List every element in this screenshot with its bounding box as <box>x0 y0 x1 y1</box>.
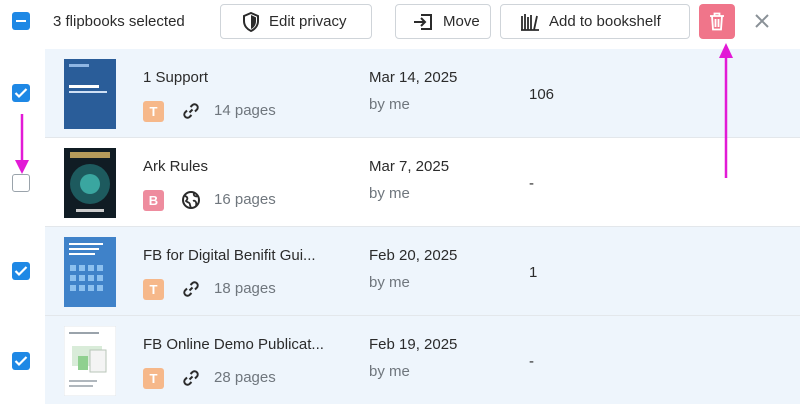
date-modified: Mar 14, 2025 <box>369 69 458 86</box>
add-to-bookshelf-label: Add to bookshelf <box>549 13 661 30</box>
flipbook-row[interactable]: FB for Digital Benifit Gui... T 18 pages… <box>45 227 800 316</box>
owner: by me <box>369 274 410 291</box>
owner: by me <box>369 363 410 380</box>
bookshelf-icon <box>521 13 539 31</box>
move-button[interactable]: Move <box>395 4 491 39</box>
row-checkbox[interactable] <box>12 352 30 370</box>
shield-icon <box>243 11 259 32</box>
flipbook-thumbnail[interactable] <box>64 237 116 307</box>
page-count: 28 pages <box>214 369 276 386</box>
row-checkbox[interactable] <box>12 174 30 192</box>
date-modified: Feb 20, 2025 <box>369 247 458 264</box>
theme-badge: T <box>143 279 164 300</box>
selection-count: 3 flipbooks selected <box>53 13 185 30</box>
flipbook-title[interactable]: 1 Support <box>143 69 343 86</box>
page-count: 18 pages <box>214 280 276 297</box>
selection-toolbar: 3 flipbooks selected Edit privacy Move A… <box>0 0 800 44</box>
annotation-arrow-down-icon <box>15 114 29 174</box>
theme-badge: T <box>143 368 164 389</box>
flipbook-row[interactable]: Ark Rules B 16 pages Mar 7, 2025 by me - <box>45 138 800 227</box>
theme-badge: B <box>143 190 164 211</box>
flipbook-title[interactable]: Ark Rules <box>143 158 343 175</box>
page-count: 14 pages <box>214 102 276 119</box>
delete-button[interactable] <box>699 4 735 39</box>
edit-privacy-button[interactable]: Edit privacy <box>220 4 372 39</box>
trash-icon <box>710 12 724 31</box>
flipbook-title[interactable]: FB Online Demo Publicat... <box>143 336 343 353</box>
flipbook-row[interactable]: 1 Support T 14 pages Mar 14, 2025 by me … <box>45 49 800 138</box>
row-checkbox[interactable] <box>12 262 30 280</box>
row-checkbox[interactable] <box>12 84 30 102</box>
add-to-bookshelf-button[interactable]: Add to bookshelf <box>500 4 690 39</box>
close-selection-button[interactable] <box>752 11 772 31</box>
link-icon <box>183 103 199 119</box>
views-count: 1 <box>529 264 538 281</box>
flipbook-thumbnail[interactable] <box>64 148 116 218</box>
link-icon <box>183 370 199 386</box>
views-count: - <box>529 175 534 192</box>
move-icon <box>414 13 432 30</box>
close-icon <box>755 14 769 28</box>
flipbook-thumbnail[interactable] <box>64 59 116 129</box>
page-count: 16 pages <box>214 191 276 208</box>
flipbook-row[interactable]: FB Online Demo Publicat... T 28 pages Fe… <box>45 316 800 404</box>
globe-icon <box>182 191 200 209</box>
flipbook-thumbnail[interactable] <box>64 326 116 396</box>
date-modified: Mar 7, 2025 <box>369 158 450 175</box>
views-count: 106 <box>529 86 555 103</box>
views-count: - <box>529 353 534 370</box>
flipbook-title[interactable]: FB for Digital Benifit Gui... <box>143 247 343 264</box>
move-label: Move <box>443 13 480 30</box>
owner: by me <box>369 185 410 202</box>
select-all-checkbox[interactable] <box>12 12 30 30</box>
owner: by me <box>369 96 410 113</box>
edit-privacy-label: Edit privacy <box>269 13 347 30</box>
theme-badge: T <box>143 101 164 122</box>
link-icon <box>183 281 199 297</box>
date-modified: Feb 19, 2025 <box>369 336 458 353</box>
annotation-arrow-up-icon <box>719 43 733 178</box>
